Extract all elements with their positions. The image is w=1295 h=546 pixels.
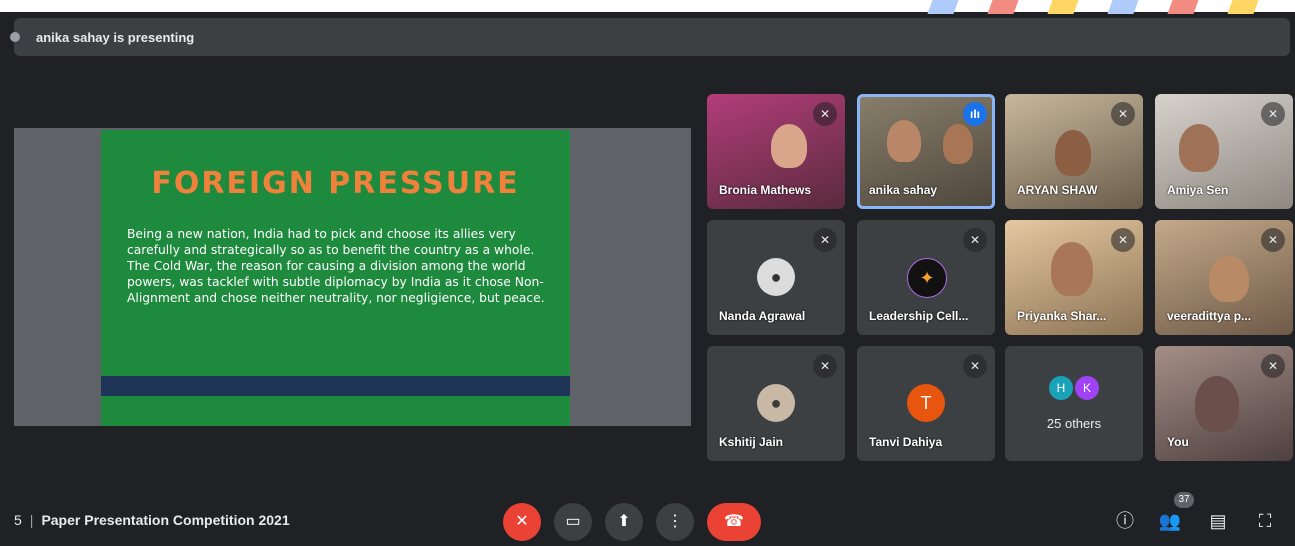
activities-icon: ⛶ [1258, 511, 1272, 531]
video-feed [943, 124, 973, 164]
avatar: ● [757, 384, 795, 422]
participant-tile-self[interactable]: ✕ You [1155, 346, 1293, 461]
decorative-stripe [927, 0, 959, 14]
mic-off-icon: ✕ [813, 228, 837, 252]
participant-name: Priyanka Shar... [1017, 309, 1107, 323]
participant-name: Leadership Cell... [869, 309, 969, 323]
participant-name: Kshitij Jain [719, 435, 784, 449]
mic-toggle-button[interactable]: ✕ [503, 503, 541, 541]
participant-name: anika sahay [869, 183, 938, 197]
more-options-button[interactable]: ⋮ [656, 503, 694, 541]
chat-button[interactable]: ▤ [1205, 508, 1231, 534]
more-vert-icon: ⋮ [667, 513, 683, 530]
participant-tile[interactable]: ✕ Bronia Mathews [707, 94, 845, 209]
avatar-initial: T [920, 392, 932, 413]
camera-toggle-button[interactable]: ▭ [554, 503, 592, 541]
decorative-stripe [1167, 0, 1199, 14]
camera-icon: ▭ [565, 513, 581, 530]
participant-tile[interactable]: ● ✕ Kshitij Jain [707, 346, 845, 461]
decorative-stripe [1107, 0, 1139, 14]
others-avatars: H K [1049, 376, 1101, 400]
presentation-slide: FOREIGN PRESSURE Being a new nation, Ind… [101, 130, 570, 426]
chat-icon: ▤ [1209, 511, 1227, 531]
presenter-avatar-icon [10, 32, 20, 42]
meeting-title: Paper Presentation Competition 2021 [41, 512, 290, 528]
participant-name: ARYAN SHAW [1017, 183, 1098, 197]
participant-tile[interactable]: ✕ Amiya Sen [1155, 94, 1293, 209]
avatar: H [1049, 376, 1073, 400]
participant-name: Amiya Sen [1167, 183, 1229, 197]
mic-off-icon: ✕ [1261, 354, 1285, 378]
leave-call-button[interactable]: ☎ [707, 503, 761, 541]
avatar: K [1075, 376, 1099, 400]
video-feed [771, 124, 807, 168]
participant-name: Nanda Agrawal [719, 309, 806, 323]
decorative-stripe [987, 0, 1019, 14]
mic-off-icon: ✕ [813, 102, 837, 126]
participant-name: You [1167, 435, 1189, 449]
people-icon: 👥 [1158, 511, 1182, 531]
meeting-details: 5 | Paper Presentation Competition 2021 [14, 512, 290, 528]
people-button[interactable]: 👥 [1157, 508, 1183, 534]
slide-title: FOREIGN PRESSURE [151, 166, 520, 201]
mic-off-icon: ✕ [515, 513, 529, 530]
others-count: 25 others [1046, 416, 1102, 431]
meeting-time: 5 [14, 512, 22, 528]
mic-off-icon: ✕ [1111, 228, 1135, 252]
participant-name: Bronia Mathews [719, 183, 812, 197]
mic-off-icon: ✕ [1261, 228, 1285, 252]
video-feed [1051, 242, 1093, 296]
presenting-text: anika sahay is presenting [36, 29, 195, 45]
hangup-icon: ☎ [724, 513, 744, 530]
decorative-stripe [1227, 0, 1259, 14]
participant-tile[interactable]: T ✕ Tanvi Dahiya [857, 346, 995, 461]
slide-body: Being a new nation, India had to pick an… [127, 227, 545, 305]
present-now-button[interactable]: ⬆ [605, 503, 643, 541]
participant-name: Tanvi Dahiya [869, 435, 943, 449]
video-feed [1179, 124, 1219, 172]
participant-name: veeradittya p... [1167, 309, 1252, 323]
activities-button[interactable]: ⛶ [1252, 508, 1278, 534]
mic-off-icon: ✕ [963, 228, 987, 252]
others-tile[interactable]: H K 25 others [1005, 346, 1143, 461]
participant-tile[interactable]: ✕ ARYAN SHAW [1005, 94, 1143, 209]
avatar: ✦ [907, 258, 947, 298]
mic-off-icon: ✕ [1111, 102, 1135, 126]
participant-tile[interactable]: ✦ ✕ Leadership Cell... [857, 220, 995, 335]
participant-tile[interactable]: ✕ veeradittya p... [1155, 220, 1293, 335]
separator: | [29, 512, 34, 528]
video-feed [1195, 376, 1239, 432]
decorative-stripe [1047, 0, 1079, 14]
video-feed [887, 120, 921, 162]
info-icon: ⓘ [1116, 511, 1134, 531]
participant-tile[interactable]: ✕ Priyanka Shar... [1005, 220, 1143, 335]
participant-tile[interactable]: ● ✕ Nanda Agrawal [707, 220, 845, 335]
avatar: ● [757, 258, 795, 296]
avatar: T [907, 384, 945, 422]
mic-off-icon: ✕ [963, 354, 987, 378]
video-feed [1055, 130, 1091, 176]
people-count-badge: 37 [1174, 492, 1194, 508]
present-icon: ⬆ [617, 513, 631, 530]
mic-off-icon: ✕ [1261, 102, 1285, 126]
slide-band [101, 376, 570, 396]
participant-tile[interactable]: ıIı anika sahay [857, 94, 995, 209]
meeting-info-button[interactable]: ⓘ [1112, 508, 1138, 534]
mic-off-icon: ✕ [813, 354, 837, 378]
speaking-indicator-icon: ıIı [963, 102, 987, 126]
video-feed [1209, 256, 1249, 302]
presenting-banner: anika sahay is presenting [10, 18, 1290, 56]
